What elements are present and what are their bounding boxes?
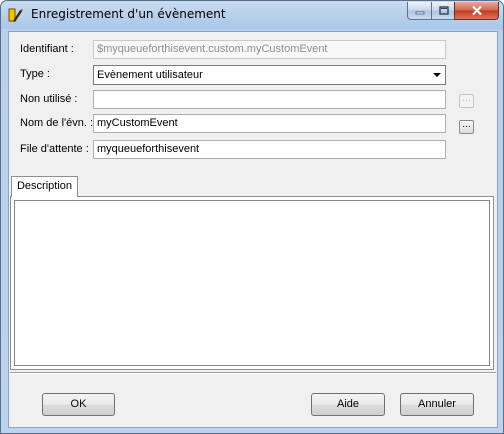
pen-tool-icon bbox=[8, 7, 24, 23]
maximize-icon bbox=[438, 1, 449, 20]
file-attente-field[interactable]: myqueueforthisevent bbox=[93, 140, 446, 159]
title-bar[interactable]: Enregistrement d'un évènement bbox=[1, 1, 503, 29]
maximize-button[interactable] bbox=[431, 2, 456, 20]
description-tab-panel bbox=[10, 196, 494, 370]
tab-description[interactable]: Description bbox=[11, 176, 78, 197]
nom-evn-field[interactable]: myCustomEvent bbox=[93, 114, 446, 133]
annuler-button[interactable]: Annuler bbox=[400, 393, 474, 416]
close-icon bbox=[471, 1, 483, 20]
identifiant-label: Identifiant : bbox=[20, 43, 74, 55]
nom-evn-browse-button[interactable]: ... bbox=[459, 120, 474, 134]
footer-divider bbox=[10, 372, 496, 374]
type-label: Type : bbox=[20, 68, 50, 80]
identifiant-field: $myqueueforthisevent.custom.myCustomEven… bbox=[93, 40, 446, 59]
close-button[interactable] bbox=[454, 2, 499, 20]
chevron-down-icon bbox=[433, 73, 441, 77]
window-title: Enregistrement d'un évènement bbox=[31, 7, 226, 21]
file-attente-label: File d'attente : bbox=[20, 143, 89, 155]
non-utilise-label: Non utilisé : bbox=[20, 93, 78, 105]
minimize-button[interactable] bbox=[407, 2, 433, 20]
non-utilise-field[interactable] bbox=[93, 90, 446, 109]
type-select[interactable]: Evènement utilisateur bbox=[93, 65, 446, 85]
non-utilise-browse-button: ... bbox=[459, 94, 474, 108]
aide-button[interactable]: Aide bbox=[311, 393, 385, 416]
dialog-window: Enregistrement d'un évènement Identifian… bbox=[0, 0, 504, 434]
type-select-value: Evènement utilisateur bbox=[97, 69, 203, 81]
nom-evn-label: Nom de l'évn. : bbox=[20, 117, 94, 129]
description-textarea[interactable] bbox=[14, 200, 490, 366]
ok-button[interactable]: OK bbox=[42, 393, 115, 416]
minimize-icon bbox=[415, 1, 425, 20]
dialog-client-area: Identifiant : $myqueueforthisevent.custo… bbox=[8, 31, 498, 428]
